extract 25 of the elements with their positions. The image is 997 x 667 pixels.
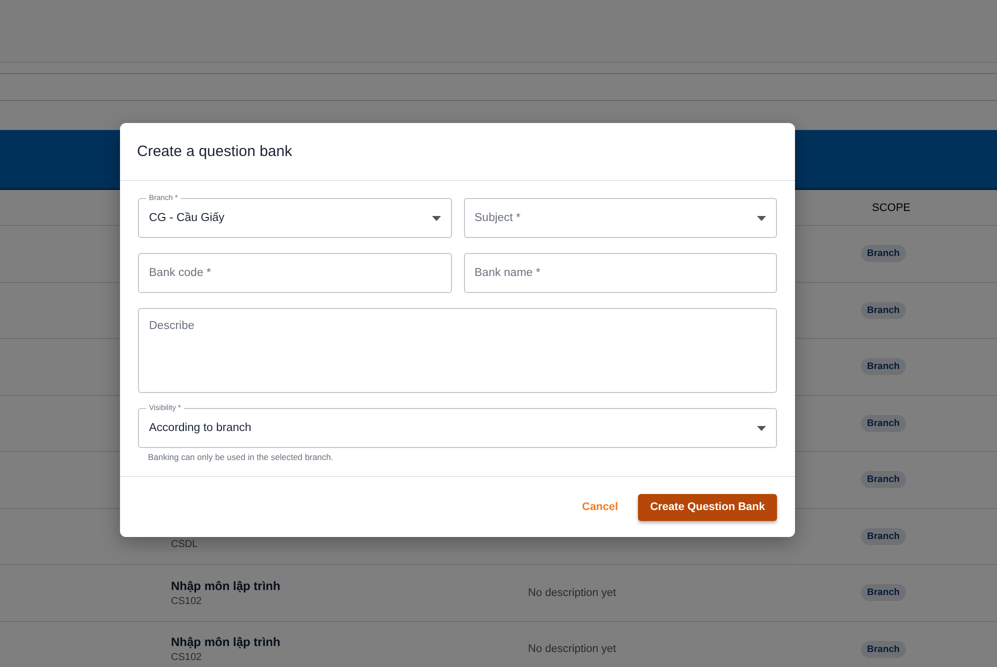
scope-badge: Branch xyxy=(861,414,906,432)
description-text: No description yet xyxy=(528,643,618,656)
create-button[interactable]: Create Question Bank xyxy=(638,494,777,520)
bank-title: Nhập môn lập trình xyxy=(171,578,282,593)
scope-badge: Branch xyxy=(861,584,906,602)
scope-badge: Branch xyxy=(861,640,906,658)
scope-badge: Branch xyxy=(861,245,906,262)
scope-badge: Branch xyxy=(861,471,906,488)
dialog-title: Create a question bank xyxy=(137,143,292,160)
column-header: SCOPE xyxy=(872,202,911,214)
text-area[interactable]: Describe xyxy=(138,308,777,393)
bank-title: Nhập môn lập trình xyxy=(171,635,282,650)
description-text: No description yet xyxy=(528,586,618,599)
scope-badge: Branch xyxy=(861,528,906,545)
input-field[interactable]: Bank name * xyxy=(464,253,777,293)
caret-icon xyxy=(757,426,766,430)
scope-badge: Branch xyxy=(861,302,906,319)
input-field[interactable]: Bank code * xyxy=(138,253,452,293)
scope-badge: Branch xyxy=(861,358,906,376)
helper-text: Banking can only be used in the selected branch. xyxy=(148,452,334,462)
bank-code: CS102 xyxy=(171,652,203,664)
bank-code: CSDL xyxy=(171,539,199,550)
caret-icon xyxy=(757,216,766,220)
bank-code: CS102 xyxy=(171,596,203,607)
caret-icon xyxy=(432,216,440,220)
